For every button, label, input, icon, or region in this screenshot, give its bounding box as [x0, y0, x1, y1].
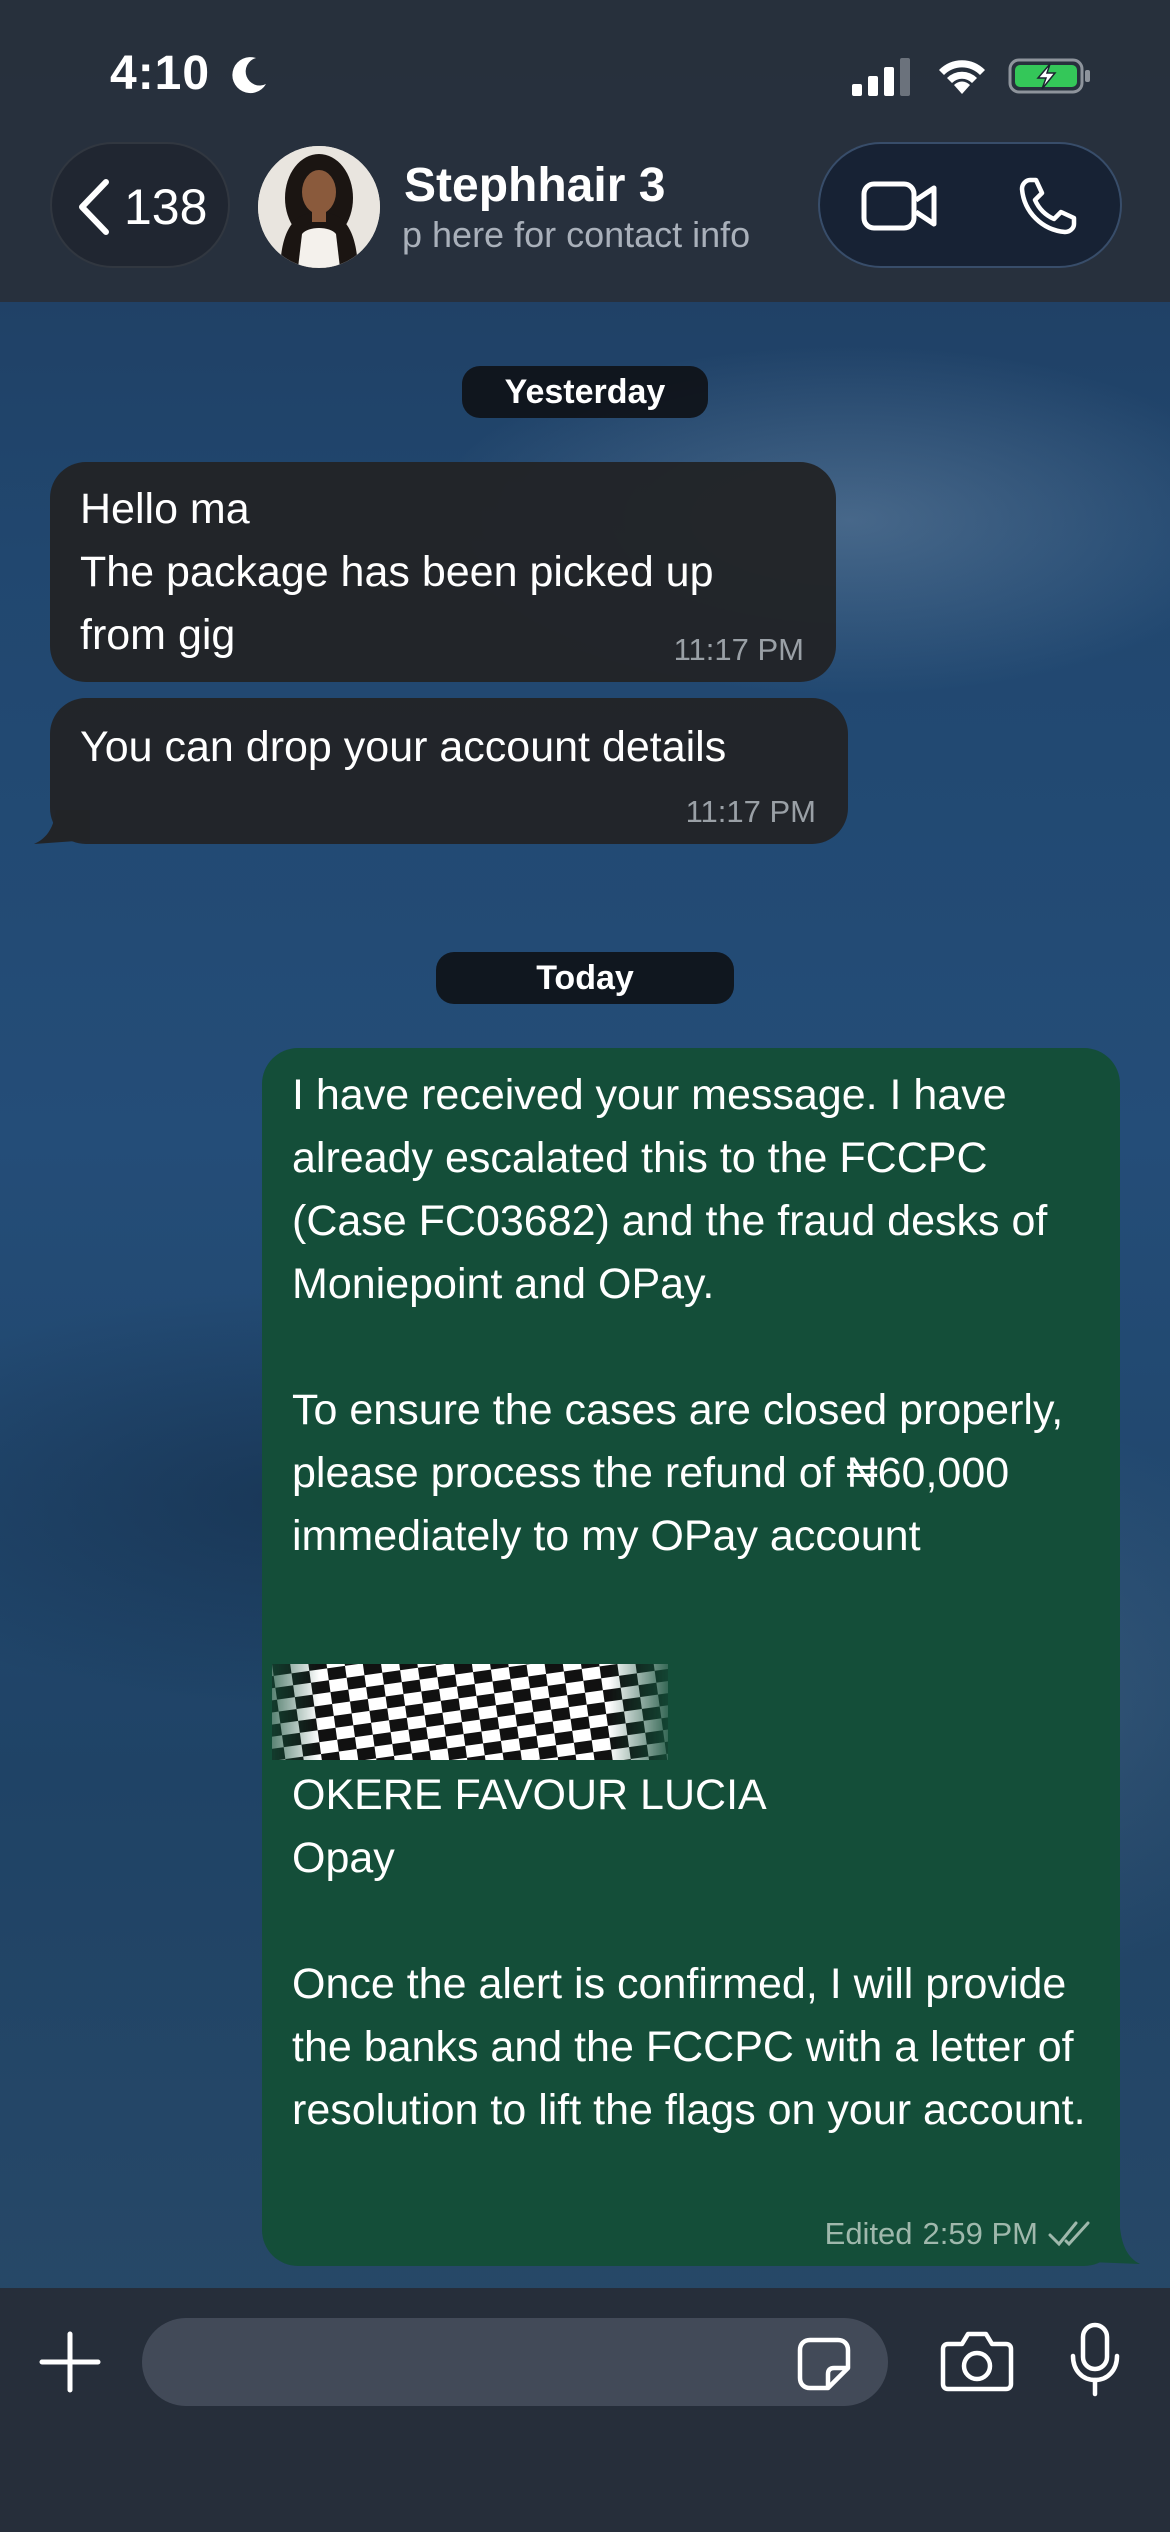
- wifi-icon: [939, 60, 985, 94]
- message-meta: Edited 2:59 PM: [825, 2214, 1094, 2254]
- plus-icon[interactable]: [38, 2330, 102, 2394]
- camera-icon[interactable]: [940, 2328, 1014, 2392]
- message-composer: [0, 2288, 1170, 2532]
- sticker-icon[interactable]: [796, 2336, 852, 2392]
- outgoing-message[interactable]: I have received your message. I have alr…: [262, 1048, 1120, 2266]
- microphone-icon[interactable]: [1068, 2322, 1122, 2398]
- message-text: You can drop your account details: [80, 723, 727, 771]
- contact-name[interactable]: Stephhair 3: [404, 158, 665, 213]
- message-time: 2:59 PM: [922, 2216, 1038, 2251]
- bubble-tail: [1090, 2228, 1140, 2264]
- call-actions: [818, 142, 1122, 268]
- avatar-image: [258, 146, 380, 268]
- date-separator-today: Today: [436, 952, 734, 1004]
- battery-charging-icon: [1008, 58, 1090, 94]
- incoming-message[interactable]: You can drop your account details 11:17 …: [50, 698, 848, 844]
- contact-info-hint[interactable]: p here for contact info: [402, 214, 750, 256]
- unread-count: 138: [124, 179, 208, 235]
- contact-avatar[interactable]: [258, 146, 380, 268]
- date-separator-yesterday: Yesterday: [462, 366, 708, 418]
- message-time: 11:17 PM: [685, 794, 816, 829]
- message-input[interactable]: [142, 2318, 888, 2406]
- double-check-icon: [1048, 2221, 1090, 2247]
- redacted-account-number: [272, 1664, 668, 1760]
- incoming-message[interactable]: Hello ma The package has been picked up …: [50, 462, 836, 682]
- bubble-tail: [34, 810, 90, 844]
- moon-icon: [232, 57, 266, 94]
- chevron-left-icon: [79, 179, 109, 235]
- status-time: 4:10: [110, 47, 211, 100]
- message-text: I have received your message. I have alr…: [292, 1071, 1064, 1560]
- edited-label: Edited: [824, 2216, 913, 2251]
- signal-icon: [852, 58, 910, 96]
- back-button[interactable]: 138: [50, 142, 230, 268]
- voice-call-icon[interactable]: [1016, 174, 1080, 238]
- chat-header: 4:10 138 Stephhair 3 p here for contact …: [0, 0, 1170, 302]
- message-text-continued: OKERE FAVOUR LUCIA Opay Once the alert i…: [292, 1771, 1086, 2134]
- video-call-icon[interactable]: [860, 178, 940, 234]
- message-time: 11:17 PM: [673, 632, 804, 667]
